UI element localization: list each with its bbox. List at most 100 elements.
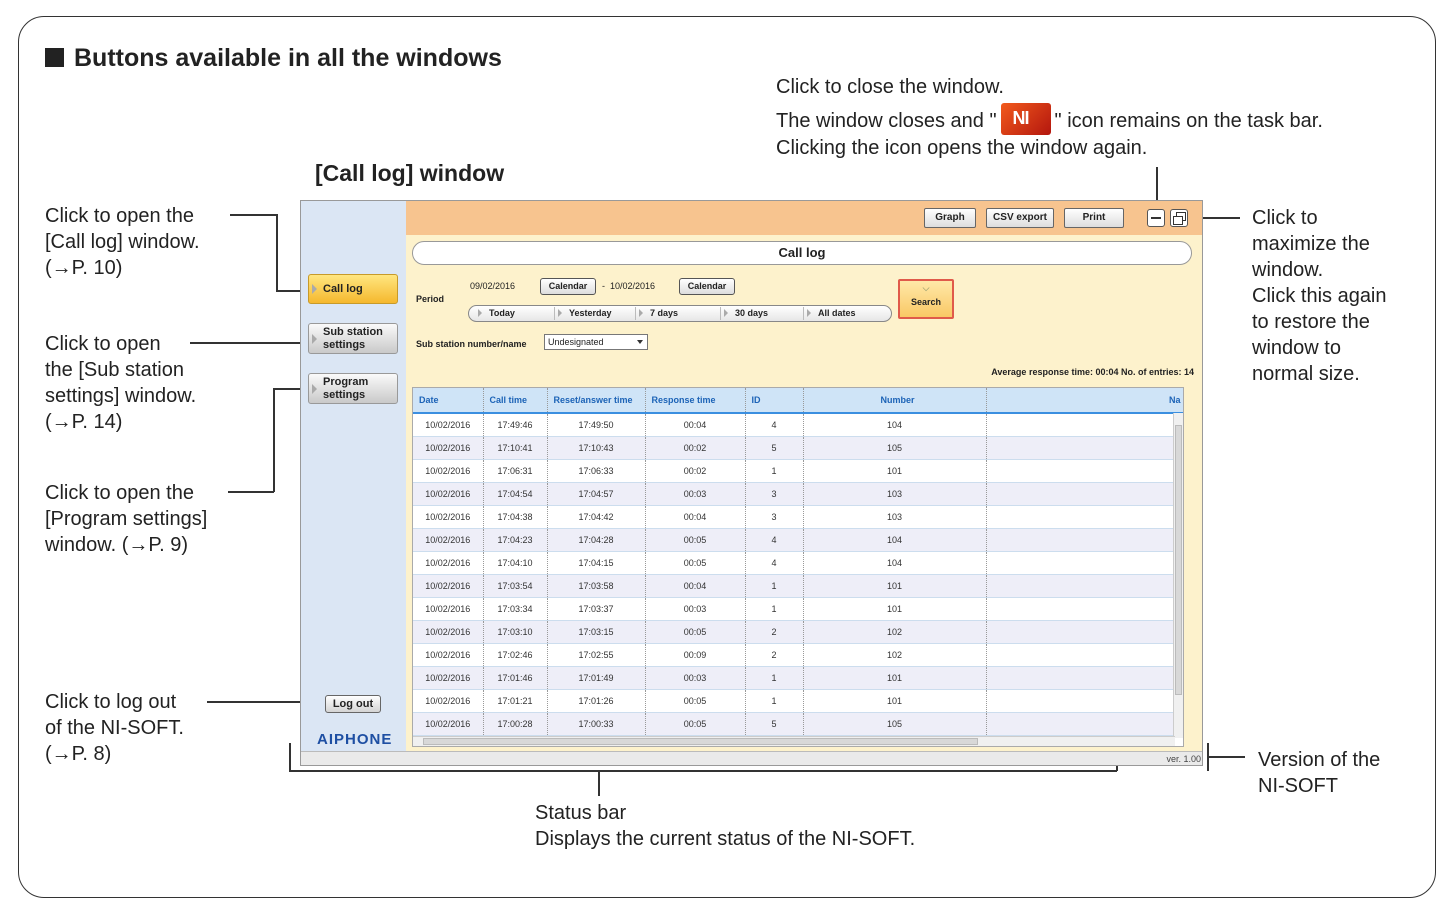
leader-line: [1207, 743, 1209, 771]
table-cell: 4: [745, 528, 804, 552]
table-row[interactable]: 10/02/2016 17:04:23 17:04:28 00:05 4 104: [413, 528, 1183, 552]
table-cell: 10/02/2016: [413, 689, 484, 713]
bracket-line: [598, 770, 600, 796]
table-cell: 00:04: [645, 574, 746, 598]
maximize-note-l6: window to: [1252, 337, 1341, 359]
call-log-note-l3: (→P. 10): [45, 257, 123, 279]
sub-station-select[interactable]: Undesignated: [544, 334, 648, 350]
chevron-right-icon: [312, 383, 317, 394]
table-row[interactable]: 10/02/2016 17:49:46 17:49:50 00:04 4 104: [413, 413, 1183, 437]
table-cell: 10/02/2016: [413, 459, 484, 483]
horizontal-scrollbar[interactable]: [413, 736, 1175, 746]
table-cell: 00:05: [645, 712, 746, 736]
graph-button[interactable]: Graph: [924, 208, 976, 228]
table-cell: 101: [803, 459, 987, 483]
logout-note-l2: of the NI-SOFT.: [45, 717, 184, 739]
program-label-l2: settings: [323, 388, 366, 401]
table-cell: 101: [803, 597, 987, 621]
page-title: Call log: [412, 241, 1192, 265]
period-today-button[interactable]: Today: [475, 306, 515, 321]
col-name[interactable]: Na: [986, 388, 1183, 414]
minimize-icon[interactable]: [1147, 209, 1165, 227]
table-cell: 10/02/2016: [413, 620, 484, 644]
col-response-time[interactable]: Response time: [645, 388, 746, 414]
search-button[interactable]: Search: [898, 279, 954, 319]
table-row[interactable]: 10/02/2016 17:03:10 17:03:15 00:05 2 102: [413, 620, 1183, 644]
table-cell: 00:02: [645, 459, 746, 483]
square-bullet-icon: [45, 48, 64, 67]
sub-station-settings-label: Sub station settings: [323, 326, 383, 352]
scrollbar-thumb[interactable]: [1175, 425, 1182, 695]
content-area: Call log Period 09/02/2016 Calendar - 10…: [406, 235, 1202, 751]
maximize-note-l3: window.: [1252, 259, 1324, 281]
table-row[interactable]: 10/02/2016 17:04:54 17:04:57 00:03 3 103: [413, 482, 1183, 506]
maximize-note-l1: Click to: [1252, 207, 1318, 229]
col-call-time[interactable]: Call time: [483, 388, 548, 414]
table-cell: 17:06:33: [547, 459, 646, 483]
col-number[interactable]: Number: [803, 388, 987, 414]
table-cell: 10/02/2016: [413, 505, 484, 529]
table-cell: 17:04:28: [547, 528, 646, 552]
table-row[interactable]: 10/02/2016 17:03:34 17:03:37 00:03 1 101: [413, 597, 1183, 621]
table-cell: 17:01:46: [483, 666, 548, 690]
program-note-l1: Click to open the: [45, 482, 194, 504]
col-date[interactable]: Date: [413, 388, 484, 414]
status-bar-note-l1: Status bar: [535, 802, 627, 824]
table-cell: 2: [745, 620, 804, 644]
table-row[interactable]: 10/02/2016 17:04:10 17:04:15 00:05 4 104: [413, 551, 1183, 575]
program-note: Click to open the [Program settings] win…: [45, 480, 207, 558]
print-button[interactable]: Print: [1064, 208, 1124, 228]
table-cell: 00:05: [645, 528, 746, 552]
period-30-days-button[interactable]: 30 days: [721, 306, 768, 321]
table-row[interactable]: 10/02/2016 17:00:28 17:00:33 00:05 5 105: [413, 712, 1183, 736]
sidebar: Call log Sub station settings Program sett…: [301, 201, 406, 751]
table-cell: 5: [745, 436, 804, 460]
calendar-to-button[interactable]: Calendar: [679, 278, 735, 295]
scrollbar-thumb[interactable]: [423, 738, 978, 745]
table-cell: 1: [745, 597, 804, 621]
period-all-dates-button[interactable]: All dates: [804, 306, 856, 321]
table-cell: 17:01:21: [483, 689, 548, 713]
table-cell: 00:05: [645, 620, 746, 644]
sub-station-settings-button[interactable]: Sub station settings: [308, 323, 398, 354]
aiphone-logo: AIPHONE: [317, 731, 393, 748]
table-cell: 00:03: [645, 666, 746, 690]
table-cell: 17:03:37: [547, 597, 646, 621]
table-cell: 102: [803, 620, 987, 644]
maximize-icon[interactable]: [1170, 209, 1188, 227]
program-settings-button[interactable]: Program settings: [308, 373, 398, 404]
table-row[interactable]: 10/02/2016 17:10:41 17:10:43 00:02 5 105: [413, 436, 1183, 460]
bracket-line: [289, 770, 1117, 772]
table-row[interactable]: 10/02/2016 17:01:46 17:01:49 00:03 1 101: [413, 666, 1183, 690]
date-to[interactable]: 10/02/2016: [610, 281, 655, 291]
window-title: [Call log] window: [315, 160, 505, 186]
chevron-right-icon: [312, 284, 317, 294]
table-row[interactable]: 10/02/2016 17:06:31 17:06:33 00:02 1 101: [413, 459, 1183, 483]
table-row[interactable]: 10/02/2016 17:04:38 17:04:42 00:04 3 103: [413, 505, 1183, 529]
program-label-l1: Program: [323, 375, 369, 388]
table-cell: 17:04:57: [547, 482, 646, 506]
vertical-scrollbar[interactable]: [1173, 413, 1183, 738]
csv-export-button[interactable]: CSV export: [986, 208, 1054, 228]
logout-button[interactable]: Log out: [325, 695, 381, 713]
table-cell: 104: [803, 551, 987, 575]
table-cell: 00:03: [645, 482, 746, 506]
period-yesterday-button[interactable]: Yesterday: [555, 306, 612, 321]
col-id[interactable]: ID: [745, 388, 804, 414]
table-row[interactable]: 10/02/2016 17:02:46 17:02:55 00:09 2 102: [413, 643, 1183, 667]
table-cell: [986, 574, 1183, 598]
table-cell: 10/02/2016: [413, 482, 484, 506]
calendar-from-button[interactable]: Calendar: [540, 278, 596, 295]
call-log-button[interactable]: Call log: [308, 274, 398, 304]
date-from[interactable]: 09/02/2016: [470, 281, 515, 291]
table-cell: [986, 482, 1183, 506]
maximize-note-l5: to restore the: [1252, 311, 1370, 333]
table-row[interactable]: 10/02/2016 17:03:54 17:03:58 00:04 1 101: [413, 574, 1183, 598]
sub-station-note-l4: (→P. 14): [45, 411, 123, 433]
close-note-line2: The window closes and " NI " icon remains …: [776, 102, 1323, 135]
period-7-days-button[interactable]: 7 days: [636, 306, 678, 321]
col-reset-answer-time[interactable]: Reset/answer time: [547, 388, 646, 414]
table-row[interactable]: 10/02/2016 17:01:21 17:01:26 00:05 1 101: [413, 689, 1183, 713]
table-cell: 17:06:31: [483, 459, 548, 483]
ni-icon-letters: NI: [1012, 107, 1030, 128]
